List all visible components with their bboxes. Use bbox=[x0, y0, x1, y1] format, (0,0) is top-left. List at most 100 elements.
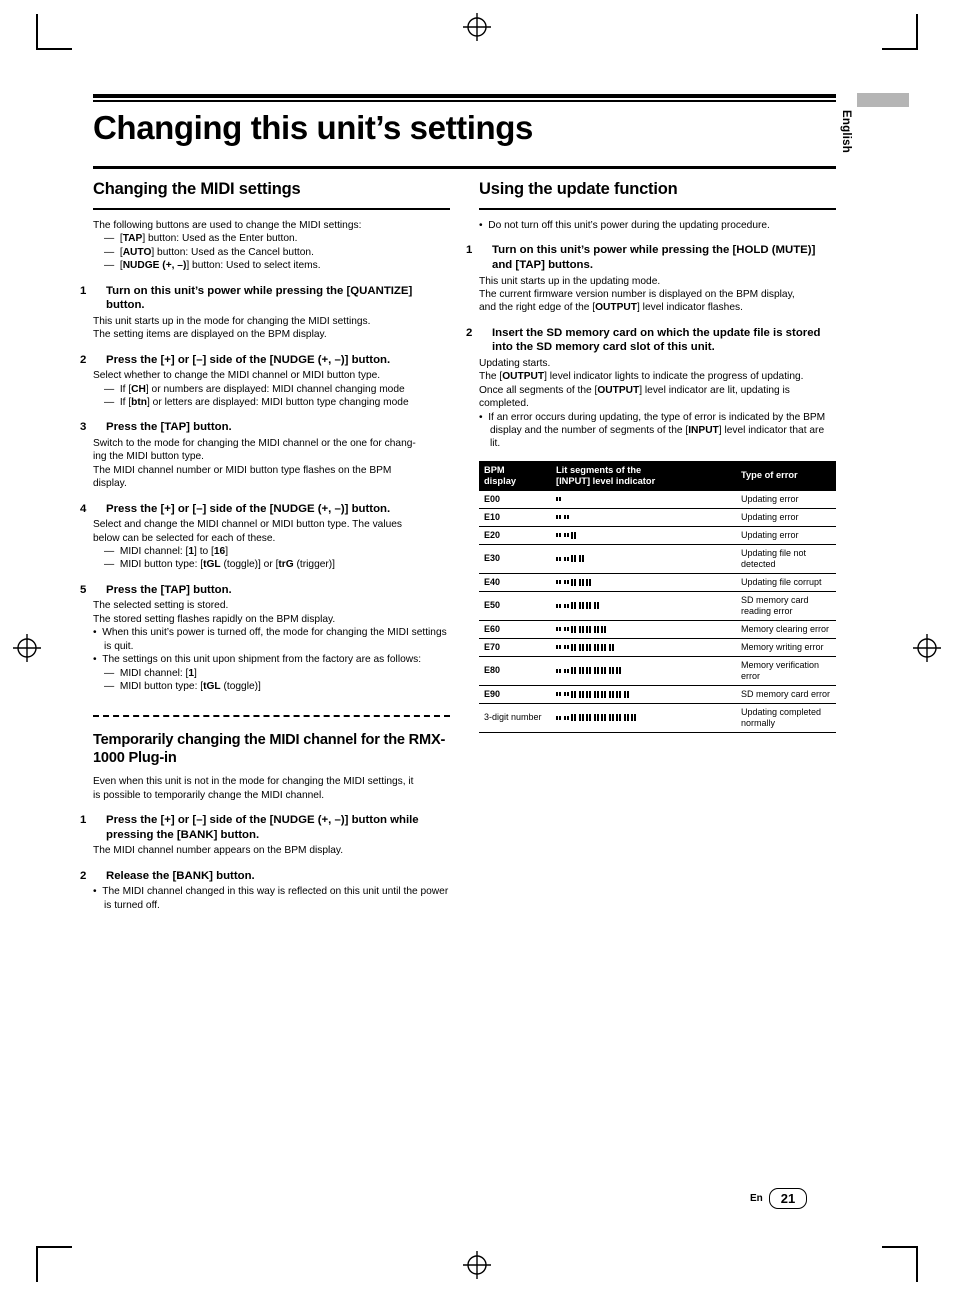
crop-mark-tl-h bbox=[36, 48, 72, 50]
cell-type-of-error: Memory clearing error bbox=[736, 620, 836, 639]
cell-bpm-display: E80 bbox=[479, 656, 551, 686]
crop-mark-tr-v bbox=[916, 14, 918, 50]
cell-type-of-error: Updating file not detected bbox=[736, 544, 836, 574]
left-sub-step-2-bullet-0: • The MIDI channel changed in this way i… bbox=[93, 886, 449, 911]
left-step-3-line-2: The MIDI channel number or MIDI button t… bbox=[93, 464, 392, 476]
header-type-of-error: Type of error bbox=[736, 460, 836, 491]
left-sub-body-1: is possible to temporarily change the MI… bbox=[93, 789, 325, 801]
cell-bpm-display: E40 bbox=[479, 573, 551, 592]
cell-type-of-error: Updating error bbox=[736, 508, 836, 527]
document-page: English Changing this unit’s settings Ch… bbox=[0, 0, 954, 1295]
right-step-2-line-3: completed. bbox=[479, 398, 529, 410]
cell-lit-segments bbox=[551, 703, 736, 733]
left-step-5-line-1: The stored setting flashes rapidly on th… bbox=[93, 613, 336, 625]
left-sub-step-2-heading: 2 Release the [BANK] button. bbox=[80, 869, 255, 882]
registration-mark-right bbox=[913, 634, 941, 662]
right-section-title: Using the update function bbox=[479, 180, 678, 198]
table-row: E70 Memory writing error bbox=[479, 638, 836, 657]
right-step-1-line-2: and the right edge of the [OUTPUT] level… bbox=[479, 302, 743, 314]
right-step-2-line-1: The [OUTPUT] level indicator lights to i… bbox=[479, 371, 804, 383]
right-column: Using the update function • Do not turn … bbox=[466, 180, 836, 733]
cell-lit-segments bbox=[551, 573, 736, 592]
cell-lit-segments bbox=[551, 638, 736, 657]
page-footer: En 21 bbox=[750, 1188, 808, 1209]
left-column: Changing the MIDI settings The following… bbox=[80, 180, 450, 912]
right-step-2-line-0: Updating starts. bbox=[479, 358, 551, 369]
left-bullet-0: • When this unit’s power is turned off, … bbox=[93, 627, 447, 652]
left-step-5-heading: 5 Press the [TAP] button. bbox=[80, 583, 232, 596]
table-row: E80 Memory verification error bbox=[479, 656, 836, 686]
table-row: 3-digit number Updating completed normall… bbox=[479, 703, 836, 733]
right-step-1-line-1: The current firmware version number is d… bbox=[479, 289, 795, 300]
table-row: E20 Updating error bbox=[479, 526, 836, 545]
left-factory-dash-1: — MIDI button type: [tGL (toggle)] bbox=[104, 680, 261, 692]
cell-type-of-error: Updating error bbox=[736, 526, 836, 545]
left-step-4-line-1: below can be selected for each of these. bbox=[93, 532, 276, 544]
header-lit-segments: Lit segments of the [INPUT] level indicat… bbox=[551, 460, 736, 491]
cell-bpm-display: E50 bbox=[479, 591, 551, 621]
left-step-1-line-0: This unit starts up in the mode for chan… bbox=[93, 315, 371, 327]
cell-bpm-display: E30 bbox=[479, 544, 551, 574]
left-sub-step-1-line-0: The MIDI channel number appears on the B… bbox=[93, 845, 344, 857]
left-step-3-line-3: display. bbox=[93, 478, 127, 490]
cell-bpm-display: E70 bbox=[479, 638, 551, 657]
level-indicator-graphic bbox=[556, 554, 731, 563]
right-step-2-heading: 2 Insert the SD memory card on which the … bbox=[466, 326, 821, 354]
level-indicator-graphic bbox=[556, 625, 731, 634]
cell-bpm-display: 3-digit number bbox=[479, 703, 551, 733]
cell-bpm-display: E90 bbox=[479, 685, 551, 704]
cell-type-of-error: Memory writing error bbox=[736, 638, 836, 657]
crop-mark-tr-h bbox=[882, 48, 918, 50]
table-row: E10 Updating error bbox=[479, 508, 836, 527]
table-row: E00 Updating error bbox=[479, 490, 836, 509]
intro-dash-1: — [AUTO] button: Used as the Cancel butt… bbox=[104, 246, 314, 258]
registration-mark-top bbox=[463, 13, 491, 41]
left-step-2-line-0: Select whether to change the MIDI channe… bbox=[93, 370, 381, 382]
section-divider-dashed bbox=[93, 715, 450, 718]
page-title: Changing this unit’s settings bbox=[93, 109, 534, 146]
left-step-2-dash-0: — If [CH] or numbers are displayed: MIDI… bbox=[104, 383, 405, 395]
left-subsection-title: Temporarily changing the MIDI channel fo… bbox=[93, 732, 446, 767]
right-step-2-line-2: Once all segments of the [OUTPUT] level … bbox=[479, 384, 790, 396]
table-row: E50 SD memory card reading error bbox=[479, 591, 836, 621]
cell-lit-segments bbox=[551, 591, 736, 621]
level-indicator-graphic bbox=[556, 495, 731, 504]
title-underline bbox=[93, 166, 836, 169]
registration-mark-bottom bbox=[463, 1251, 491, 1279]
table-row: E90 SD memory card error bbox=[479, 685, 836, 704]
intro-dash-0: — [TAP] button: Used as the Enter button… bbox=[104, 233, 298, 245]
registration-mark-left bbox=[13, 634, 41, 662]
left-bullet-1: • The settings on this unit upon shipmen… bbox=[93, 654, 422, 666]
left-step-1-heading: 1 Turn on this unit’s power while pressin… bbox=[80, 284, 413, 312]
left-step-4-dash-1: — MIDI button type: [tGL (toggle)] or [t… bbox=[104, 559, 336, 571]
cell-bpm-display: E60 bbox=[479, 620, 551, 639]
cell-lit-segments bbox=[551, 544, 736, 574]
cell-lit-segments bbox=[551, 620, 736, 639]
header-bpm-display: BPM display bbox=[479, 460, 551, 491]
right-step-1-heading: 1 Turn on this unit’s power while pressin… bbox=[466, 244, 816, 271]
cell-bpm-display: E20 bbox=[479, 526, 551, 545]
right-section-rule bbox=[479, 208, 836, 210]
cell-type-of-error: SD memory card reading error bbox=[736, 591, 836, 621]
left-step-4-heading: 4 Press the [+] or [–] side of the [NUDGE… bbox=[80, 502, 391, 515]
cell-lit-segments bbox=[551, 526, 736, 545]
right-top-bullet: • Do not turn off this unit’s power duri… bbox=[479, 220, 770, 231]
level-indicator-graphic bbox=[556, 690, 731, 699]
crop-mark-br-v bbox=[916, 1246, 918, 1282]
left-step-4-line-0: Select and change the MIDI channel or MI… bbox=[93, 519, 403, 531]
language-tab-marker bbox=[857, 93, 909, 107]
left-step-3-line-0: Switch to the mode for changing the MIDI… bbox=[93, 438, 416, 450]
cell-lit-segments bbox=[551, 508, 736, 527]
left-intro: The following buttons are used to change… bbox=[93, 220, 362, 231]
table-row: E40 Updating file corrupt bbox=[479, 573, 836, 592]
table-header-row: BPM display Lit segments of the [INPUT] le… bbox=[479, 460, 836, 491]
left-step-2-dash-1: — If [btn] or letters are displayed: MID… bbox=[104, 397, 409, 409]
level-indicator-graphic bbox=[556, 601, 731, 610]
cell-type-of-error: Updating file corrupt bbox=[736, 573, 836, 592]
left-step-3-heading: 3 Press the [TAP] button. bbox=[80, 421, 232, 434]
left-step-5-line-0: The selected setting is stored. bbox=[93, 600, 229, 612]
left-section-rule bbox=[93, 208, 450, 210]
cell-lit-segments bbox=[551, 685, 736, 704]
level-indicator-graphic bbox=[556, 531, 731, 540]
cell-lit-segments bbox=[551, 656, 736, 686]
